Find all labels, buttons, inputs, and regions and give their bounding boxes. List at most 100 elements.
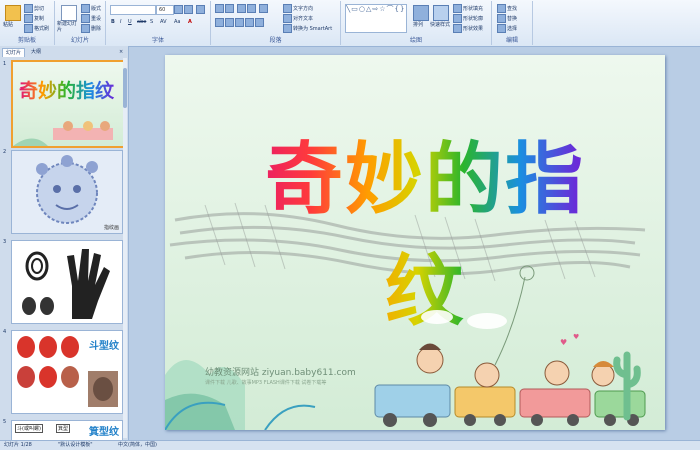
text-direction-icon (283, 4, 292, 13)
thumb-number: 4 (3, 329, 7, 335)
align-text-button[interactable]: 对齐文本 (283, 14, 313, 23)
justify-icon (245, 18, 254, 27)
binoculars-icon (497, 4, 506, 13)
clipboard-label: 剪贴板 (17, 37, 36, 44)
thumb-caption: 斗型纹 (89, 341, 119, 352)
website-footer[interactable]: 幼教资源网站 ziyuan.baby611.com (205, 365, 356, 378)
layout-button[interactable]: 版式 (81, 4, 101, 13)
shrink-font-button[interactable] (184, 5, 194, 14)
italic-button[interactable]: I (120, 19, 121, 25)
thumb-title: 奇妙的指纹 (19, 76, 114, 103)
shape-curve-icon[interactable]: ⌒ (387, 5, 395, 13)
smartart-button[interactable]: 转换为 SmartArt (283, 24, 332, 33)
font-color-button[interactable]: A (188, 19, 192, 25)
align-right-icon (235, 18, 244, 27)
new-slide-button[interactable]: 新建幻灯片 (57, 21, 79, 33)
shape-effects-button[interactable]: 形状效果 (453, 24, 483, 33)
columns-icon (255, 18, 264, 27)
shape-oval-icon[interactable]: ○ (359, 5, 366, 13)
paste-button[interactable]: 粘贴 (3, 21, 13, 28)
text-direction-button[interactable]: 文字方向 (283, 4, 313, 13)
arrange-button[interactable]: 排列 (413, 21, 423, 28)
drawing-label: 绘图 (409, 37, 422, 44)
select-button[interactable]: 选择 (497, 24, 517, 33)
align-text-icon (283, 14, 292, 23)
copy-button[interactable]: 复制 (24, 14, 44, 23)
thumb-number: 3 (3, 239, 7, 245)
new-slide-icon[interactable] (61, 5, 77, 21)
shape-star-icon[interactable]: ☆ (379, 5, 386, 13)
line-spacing-icon (259, 4, 268, 13)
shape-rect-icon[interactable]: ▭ (351, 5, 359, 13)
thumb-small-text: 斗(或叫螺) (15, 424, 43, 433)
numbering-button[interactable] (225, 4, 235, 13)
quick-styles-button[interactable]: 快速样式 (430, 21, 450, 28)
increase-indent-button[interactable] (247, 4, 257, 13)
find-button[interactable]: 查找 (497, 4, 517, 13)
shape-brace-icon[interactable]: {} (395, 5, 406, 13)
scrollbar-thumb[interactable] (123, 68, 127, 108)
cut-button[interactable]: 剪切 (24, 4, 44, 13)
effects-icon (453, 24, 462, 33)
decrease-indent-button[interactable] (237, 4, 247, 13)
slide-canvas[interactable]: 奇妙的指纹 ♥ ♥ 幼教资源网站 ziyuan.baby611.com 课件下载… (165, 55, 665, 430)
format-painter-button[interactable]: 格式刷 (24, 24, 49, 33)
strikethrough-button[interactable]: abe (137, 19, 146, 25)
slide-thumb-1[interactable]: 奇妙的指纹 (11, 60, 125, 148)
tab-slides[interactable]: 幻灯片 (2, 48, 26, 57)
line-spacing-button[interactable] (259, 4, 269, 13)
paste-icon[interactable] (5, 5, 21, 21)
align-right-button[interactable] (235, 18, 245, 27)
arrange-icon[interactable] (413, 5, 429, 21)
layout-icon (81, 4, 90, 13)
thumb-small-text-2: 箕型 (56, 424, 71, 433)
shapes-gallery[interactable]: ╲▭○△⇨☆⌒{} (345, 4, 407, 33)
editing-group: 查找 替换 选择 编辑 (492, 1, 533, 45)
justify-button[interactable] (245, 18, 255, 27)
shape-fill-button[interactable]: 形状填充 (453, 4, 483, 13)
brush-icon (24, 24, 33, 33)
slides-panel: 幻灯片 大纲 × 1 奇妙的指纹 2 指纹画 3 4 斗型纹 5 斗(或叫螺) … (0, 46, 129, 440)
tab-outline[interactable]: 大纲 (28, 48, 44, 56)
close-panel-icon[interactable]: × (116, 48, 126, 56)
columns-button[interactable] (255, 18, 265, 27)
svg-text:♥: ♥ (573, 333, 579, 341)
thumbnail-scrollbar[interactable] (123, 58, 127, 438)
drawing-group: ╲▭○△⇨☆⌒{} 排列 快速样式 形状填充 形状轮廓 形状效果 绘图 (341, 1, 492, 45)
slide-thumb-2[interactable]: 指纹画 (11, 150, 123, 234)
paragraph-group: 文字方向 对齐文本 转换为 SmartArt 段落 (211, 1, 341, 45)
align-left-button[interactable] (215, 18, 225, 27)
thumb-number: 1 (3, 61, 7, 67)
slide-thumb-3[interactable] (11, 240, 123, 324)
font-size-input[interactable]: 60 (156, 5, 174, 15)
thumb-number: 5 (3, 419, 7, 425)
grow-font-button[interactable] (174, 5, 184, 14)
slide-thumb-5[interactable]: 斗(或叫螺) 箕型 箕型纹 (11, 420, 123, 440)
underline-button[interactable]: U (128, 19, 132, 25)
eraser-icon (196, 5, 205, 14)
thumb-caption: 箕型纹 (89, 427, 119, 438)
replace-button[interactable]: 替换 (497, 14, 517, 23)
handprint-image (22, 249, 110, 319)
smartart-icon (283, 24, 292, 33)
slides-group: 新建幻灯片 版式 重设 删除 幻灯片 (55, 1, 106, 45)
font-name-input[interactable] (110, 5, 156, 15)
editing-label: 编辑 (505, 37, 518, 44)
cursor-icon (497, 24, 506, 33)
slides-label: 幻灯片 (70, 37, 89, 44)
bullets-icon (215, 4, 224, 13)
quick-styles-icon[interactable] (433, 5, 449, 21)
shadow-button[interactable]: S (150, 19, 153, 25)
scissors-icon (24, 4, 33, 13)
clear-format-button[interactable] (196, 5, 206, 14)
change-case-button[interactable]: Aa (174, 19, 180, 25)
char-spacing-button[interactable]: AV (160, 19, 167, 25)
reset-icon (81, 14, 90, 23)
reset-button[interactable]: 重设 (81, 14, 101, 23)
delete-button[interactable]: 删除 (81, 24, 101, 33)
align-center-button[interactable] (225, 18, 235, 27)
bullets-button[interactable] (215, 4, 225, 13)
shape-outline-button[interactable]: 形状轮廓 (453, 14, 483, 23)
slide-thumb-4[interactable]: 斗型纹 (11, 330, 123, 414)
bold-button[interactable]: B (111, 19, 115, 25)
